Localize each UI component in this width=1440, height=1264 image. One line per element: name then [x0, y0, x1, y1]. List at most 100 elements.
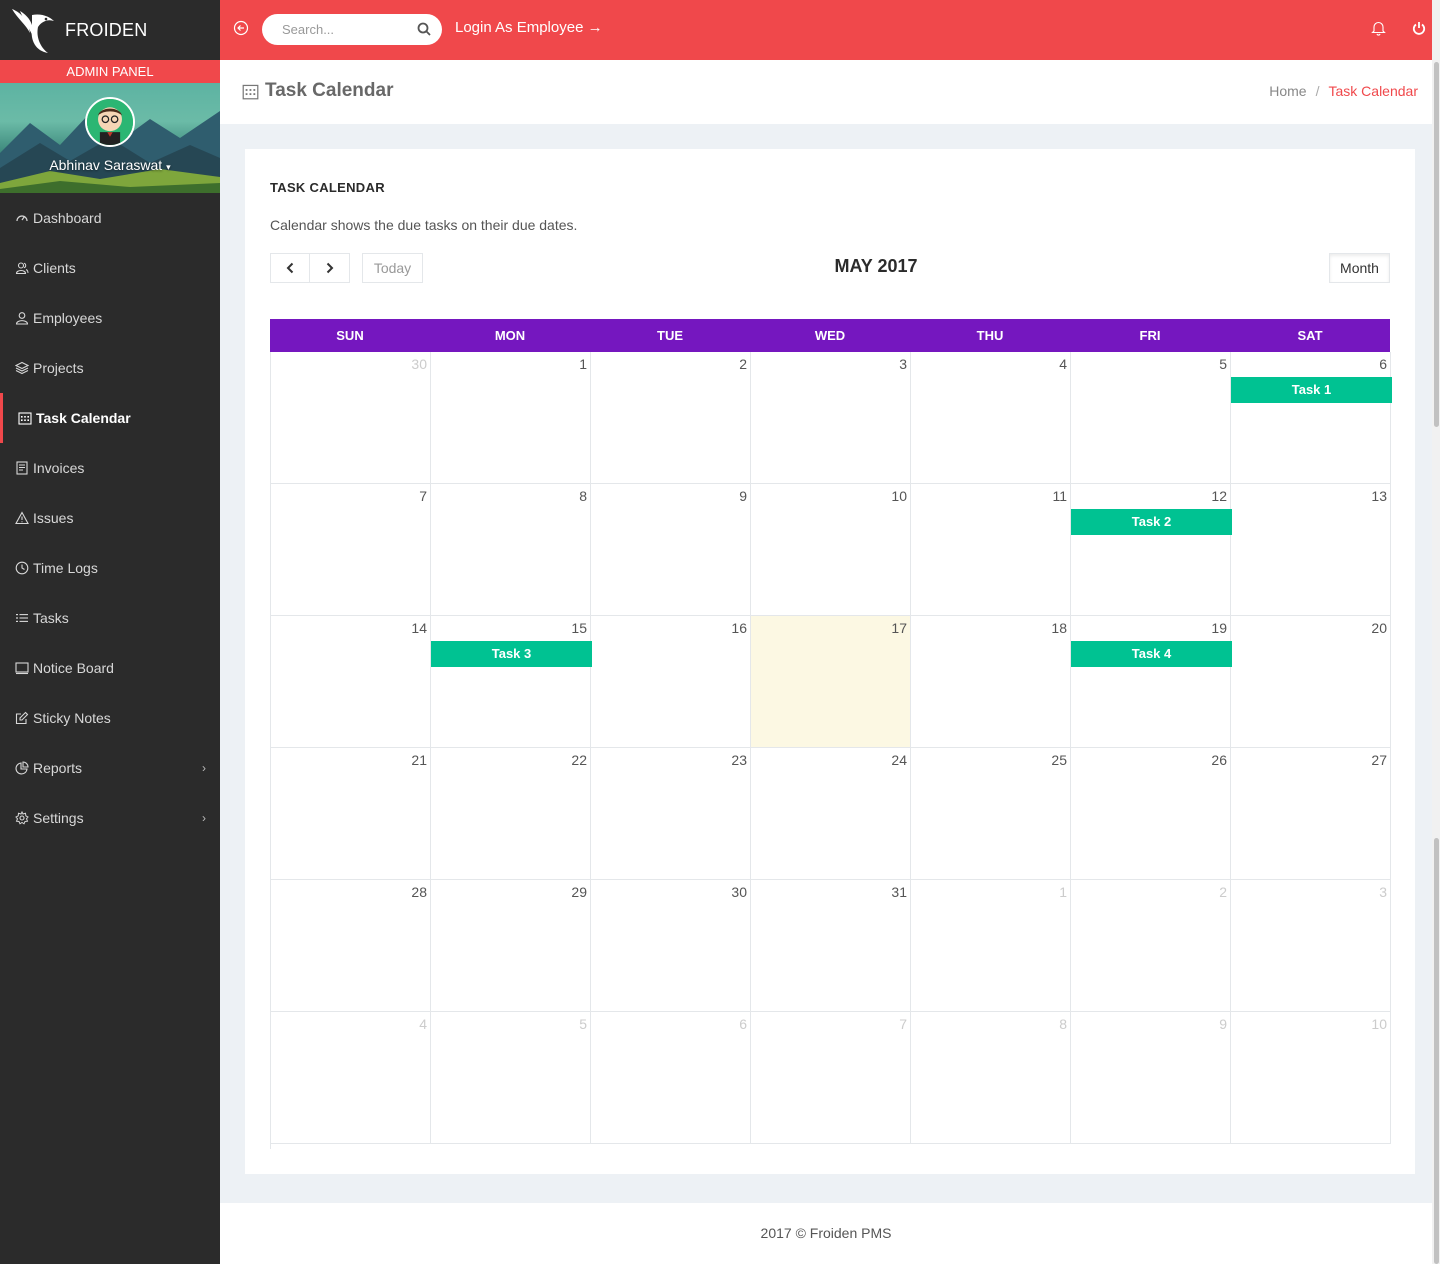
pie-icon — [15, 761, 29, 775]
calendar-event[interactable]: Task 3 — [431, 641, 592, 667]
day-number: 5 — [579, 1016, 587, 1032]
calendar-day-cell[interactable]: 10 — [751, 484, 911, 615]
bell-icon[interactable] — [1371, 20, 1386, 36]
calendar-day-cell[interactable]: 15 — [431, 616, 591, 747]
calendar-day-cell[interactable]: 26 — [1071, 748, 1231, 879]
calendar-day-cell[interactable]: 23 — [591, 748, 751, 879]
calendar-day-cell[interactable]: 7 — [751, 1012, 911, 1143]
sidebar-item-invoices[interactable]: Invoices — [0, 443, 220, 493]
calendar-day-cell[interactable]: 10 — [1231, 1012, 1391, 1143]
avatar-face-icon — [87, 99, 133, 145]
calendar-event[interactable]: Task 2 — [1071, 509, 1232, 535]
calendar-day-cell[interactable]: 18 — [911, 616, 1071, 747]
power-icon[interactable] — [1412, 21, 1426, 35]
calendar-day-cell[interactable]: 4 — [911, 352, 1071, 483]
calendar-day-cell[interactable]: 12 — [1071, 484, 1231, 615]
calendar-day-cell[interactable]: 27 — [1231, 748, 1391, 879]
sidebar-item-projects[interactable]: Projects — [0, 343, 220, 393]
caret-down-icon: ▾ — [166, 162, 171, 172]
search-icon[interactable] — [417, 22, 431, 36]
calendar-event[interactable]: Task 1 — [1231, 377, 1392, 403]
calendar-day-cell[interactable]: 14 — [271, 616, 431, 747]
calendar-day-cell[interactable]: 13 — [1231, 484, 1391, 615]
day-number: 19 — [1211, 620, 1227, 636]
edit-icon — [15, 711, 29, 725]
sidebar-item-label: Dashboard — [33, 210, 102, 226]
sidebar-item-label: Time Logs — [33, 560, 98, 576]
calendar-day-cell[interactable]: 9 — [1071, 1012, 1231, 1143]
calendar-day-cell[interactable]: 21 — [271, 748, 431, 879]
sidebar-item-tasks[interactable]: Tasks — [0, 593, 220, 643]
alert-icon — [15, 511, 29, 525]
panel-description: Calendar shows the due tasks on their du… — [270, 217, 578, 233]
month-view-button[interactable]: Month — [1329, 253, 1390, 283]
circle-arrow-left-icon[interactable] — [233, 20, 249, 36]
day-number: 28 — [411, 884, 427, 900]
calendar-day-cell[interactable]: 11 — [911, 484, 1071, 615]
scrollbar-thumb[interactable] — [1434, 62, 1439, 427]
brand[interactable]: FROIDEN — [0, 0, 220, 60]
sidebar-item-label: Projects — [33, 360, 84, 376]
sidebar-item-issues[interactable]: Issues — [0, 493, 220, 543]
sidebar-item-sticky-notes[interactable]: Sticky Notes — [0, 693, 220, 743]
calendar-day-cell[interactable]: 19 — [1071, 616, 1231, 747]
calendar-day-cell[interactable]: 28 — [271, 880, 431, 1011]
day-number: 14 — [411, 620, 427, 636]
calendar-day-cell[interactable]: 2 — [591, 352, 751, 483]
calendar-day-cell[interactable]: 20 — [1231, 616, 1391, 747]
sidebar-item-time-logs[interactable]: Time Logs — [0, 543, 220, 593]
calendar-day-cell[interactable]: 7 — [271, 484, 431, 615]
calendar-day-cell[interactable]: 22 — [431, 748, 591, 879]
day-number: 3 — [1379, 884, 1387, 900]
day-number: 7 — [899, 1016, 907, 1032]
calendar-day-cell[interactable]: 4 — [271, 1012, 431, 1143]
calendar-day-cell[interactable]: 8 — [431, 484, 591, 615]
sidebar-item-reports[interactable]: Reports › — [0, 743, 220, 793]
users-icon — [15, 261, 29, 275]
calendar-week-row: 14 15 16 17 18 19 20 — [271, 616, 1391, 748]
calendar-day-cell[interactable]: 6 — [591, 1012, 751, 1143]
breadcrumb-home[interactable]: Home — [1269, 83, 1306, 99]
login-as-employee-link[interactable]: Login As Employee → — [455, 19, 603, 36]
calendar-day-cell[interactable]: 1 — [431, 352, 591, 483]
calendar-day-cell[interactable]: 5 — [1071, 352, 1231, 483]
sidebar: FROIDEN ADMIN PANEL Abhinav Saraswat▾ D — [0, 0, 220, 1264]
calendar-day-cell[interactable]: 29 — [431, 880, 591, 1011]
calendar-day-cell[interactable]: 9 — [591, 484, 751, 615]
calendar-day-cell[interactable]: 3 — [751, 352, 911, 483]
day-number: 29 — [571, 884, 587, 900]
scrollbar-thumb[interactable] — [1434, 838, 1439, 1264]
day-number: 30 — [411, 356, 427, 372]
calendar-day-cell[interactable]: 30 — [271, 352, 431, 483]
avatar[interactable] — [85, 97, 135, 147]
sidebar-item-dashboard[interactable]: Dashboard — [0, 193, 220, 243]
calendar-day-cell[interactable]: 31 — [751, 880, 911, 1011]
calendar-day-cell[interactable]: 3 — [1231, 880, 1391, 1011]
sidebar-item-label: Clients — [33, 260, 76, 276]
bird-logo-icon — [12, 9, 54, 54]
sidebar-item-employees[interactable]: Employees — [0, 293, 220, 343]
calendar-icon — [18, 411, 32, 425]
day-number: 3 — [899, 356, 907, 372]
sidebar-item-clients[interactable]: Clients — [0, 243, 220, 293]
user-name[interactable]: Abhinav Saraswat ▾ — [0, 157, 220, 173]
weekday-header: MON — [494, 328, 526, 343]
calendar-day-cell[interactable]: 5 — [431, 1012, 591, 1143]
calendar-day-cell[interactable]: 25 — [911, 748, 1071, 879]
calendar-day-cell[interactable]: 30 — [591, 880, 751, 1011]
calendar-day-cell[interactable]: 2 — [1071, 880, 1231, 1011]
calendar-day-cell[interactable]: 6 — [1231, 352, 1391, 483]
calendar-weekday-header: SUN MON TUE WED THU FRI SAT — [270, 319, 1390, 352]
sidebar-item-settings[interactable]: Settings › — [0, 793, 220, 843]
calendar-day-cell[interactable]: 1 — [911, 880, 1071, 1011]
calendar-day-cell-today[interactable]: 17 — [751, 616, 911, 747]
calendar-day-cell[interactable]: 24 — [751, 748, 911, 879]
calendar-event[interactable]: Task 4 — [1071, 641, 1232, 667]
calendar-day-cell[interactable]: 8 — [911, 1012, 1071, 1143]
calendar-day-cell[interactable]: 16 — [591, 616, 751, 747]
sidebar-item-task-calendar[interactable]: Task Calendar — [0, 393, 220, 443]
sidebar-item-notice-board[interactable]: Notice Board — [0, 643, 220, 693]
search-input[interactable] — [262, 14, 442, 45]
user-profile: Abhinav Saraswat ▾ — [0, 83, 220, 193]
brand-name: FROIDEN — [65, 19, 148, 40]
